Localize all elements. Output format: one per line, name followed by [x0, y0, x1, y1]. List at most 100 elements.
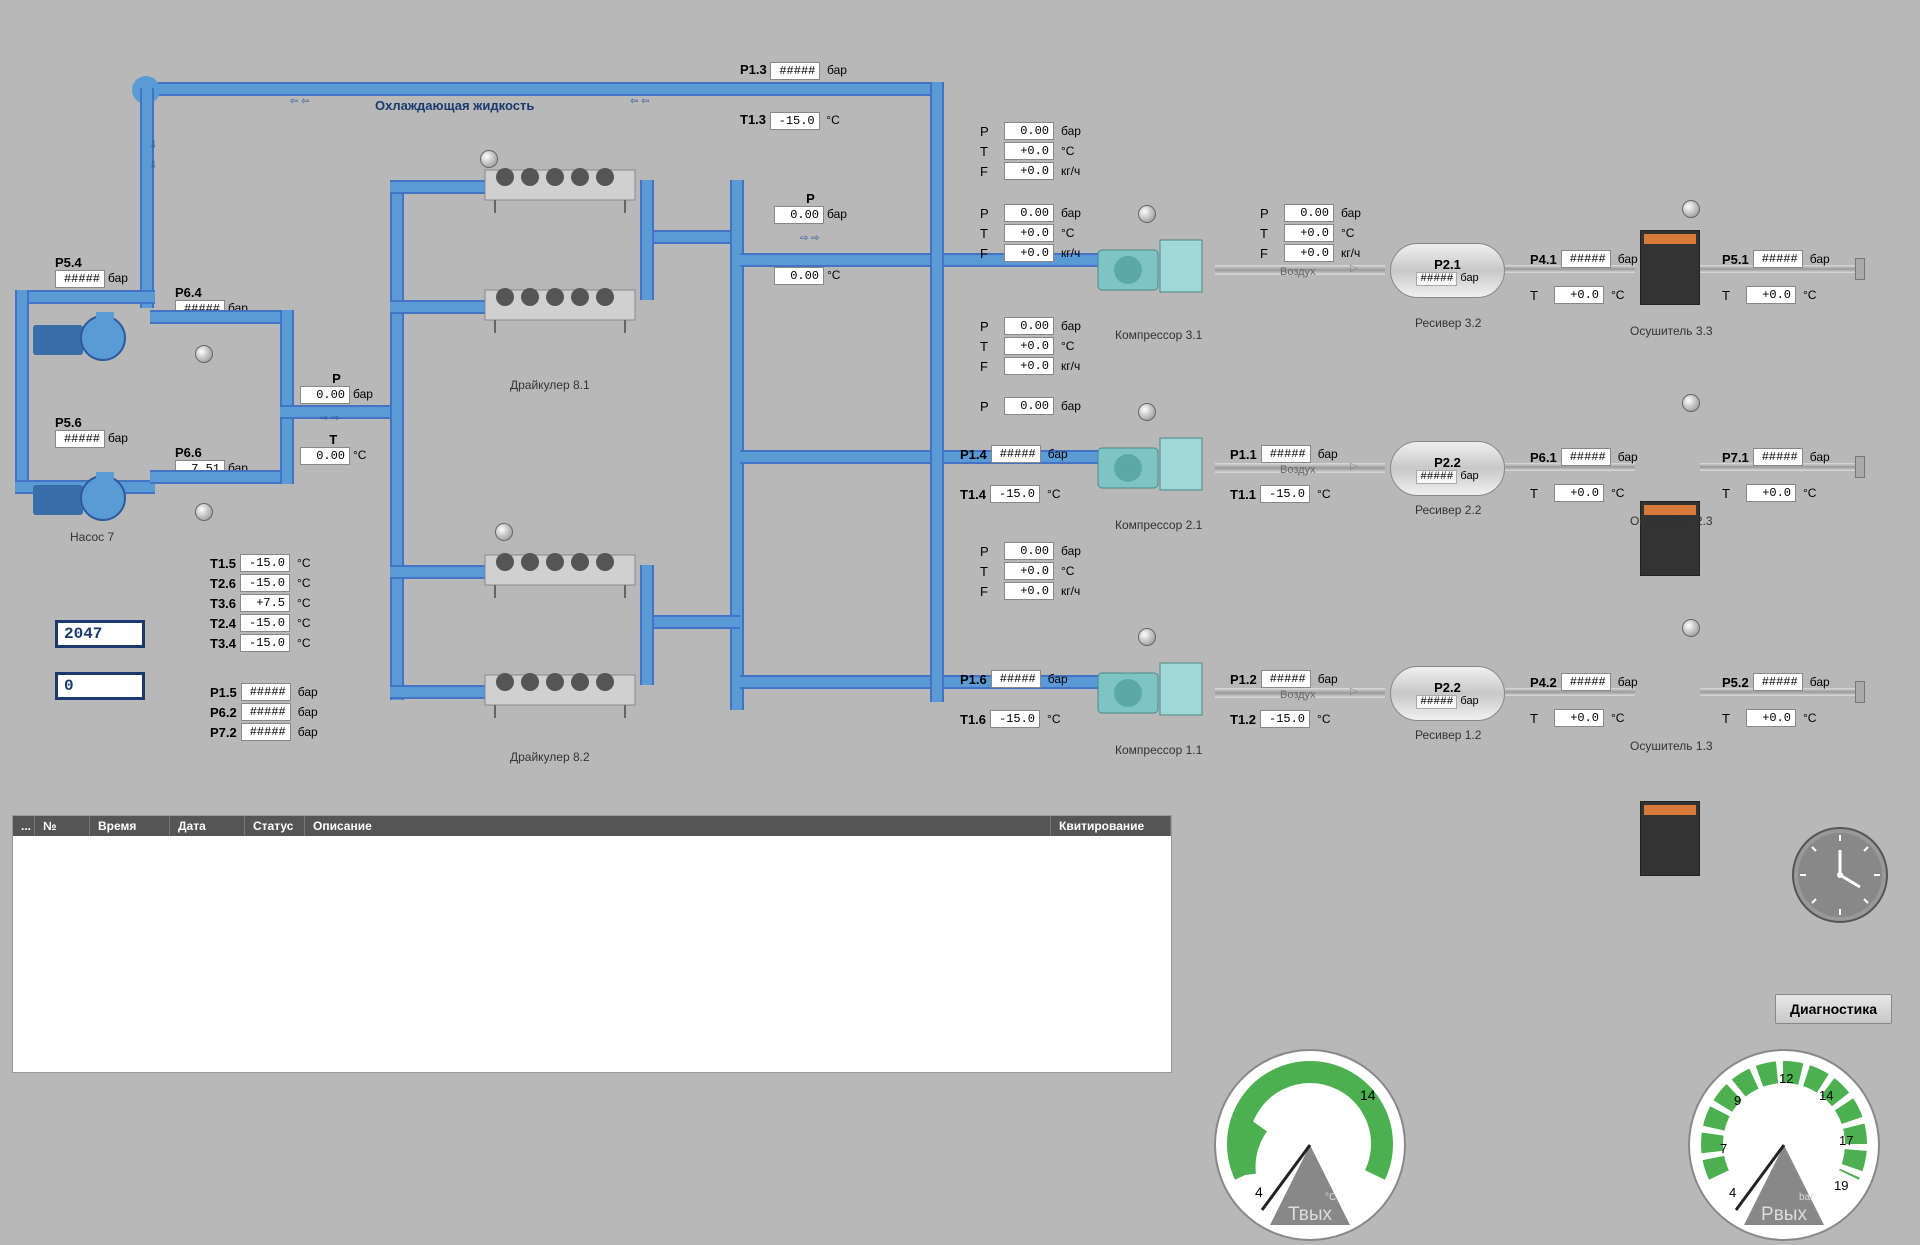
- arrow-icon: ⇩: [149, 160, 157, 171]
- alarm-header: ... № Время Дата Статус Описание Квитиро…: [13, 816, 1171, 836]
- coolant-label: Охлаждающая жидкость: [375, 98, 534, 113]
- receiver-12-label: Ресивер 1.2: [1415, 728, 1481, 742]
- dryer-23-label: Осушитель 2.3: [1630, 514, 1713, 528]
- alarm-table[interactable]: ... № Время Дата Статус Описание Квитиро…: [12, 815, 1172, 1073]
- coolant-pipe-top: [140, 82, 940, 96]
- pipe: [150, 470, 290, 484]
- status-lamp: [1138, 403, 1156, 421]
- comp31-extra: P0.00бар T+0.0°C F+0.0кг/ч: [980, 315, 1081, 377]
- status-lamp: [1138, 205, 1156, 223]
- branch-p-readout: P 0.00бар: [774, 191, 847, 224]
- comp21-ptf: P0.00бар: [980, 395, 1081, 417]
- dryer-23: [1640, 501, 1700, 576]
- air-label: Воздух: [1280, 689, 1316, 701]
- pump-icon: [28, 460, 138, 525]
- pump-icon: [28, 300, 138, 365]
- arrow-icon: ⇨ ⇨: [320, 413, 340, 424]
- pipe: [640, 180, 654, 300]
- status-lamp: [1138, 628, 1156, 646]
- receiver-32: P2.1 ##### бар: [1390, 243, 1505, 298]
- receiver-22: P2.2 ##### бар: [1390, 441, 1505, 496]
- pipe: [640, 615, 740, 629]
- svg-text:19: 19: [1834, 1178, 1848, 1193]
- arrow-icon: ⇦ ⇦: [290, 96, 310, 107]
- svg-text:17: 17: [1839, 1133, 1853, 1148]
- counter-input-2[interactable]: [55, 672, 145, 700]
- dryer-33-label: Осушитель 3.3: [1630, 324, 1713, 338]
- pipe-end: [1855, 681, 1865, 703]
- receiver-12: P2.2 ##### бар: [1390, 666, 1505, 721]
- compressor-icon: [1090, 230, 1210, 300]
- post-recv-3: P4.2#####бар T+0.0°C: [1530, 671, 1638, 729]
- arrow-icon: ⇨ ⇨: [800, 233, 820, 244]
- pipe: [150, 310, 290, 324]
- svg-text:14: 14: [1360, 1087, 1376, 1103]
- coolant-pipe-left-v: [140, 88, 154, 308]
- arrow-icon: ▷: [1350, 461, 1358, 472]
- svg-text:12: 12: [1779, 1071, 1793, 1086]
- diagnostics-button[interactable]: Диагностика: [1775, 994, 1892, 1024]
- dryer-13: [1640, 801, 1700, 876]
- comp31-out: P0.00бар T+0.0°C F+0.0кг/ч: [980, 202, 1081, 264]
- pipe: [15, 290, 29, 490]
- p54-readout: P5.4 #####бар: [55, 255, 128, 288]
- svg-text:bar: bar: [1799, 1192, 1814, 1203]
- svg-text:4: 4: [1255, 1184, 1263, 1200]
- comp11-in: P1.6#####бар T1.6-15.0°C: [960, 668, 1068, 730]
- pipe: [280, 310, 294, 484]
- compressor-icon: [1090, 653, 1210, 723]
- counter-input-1[interactable]: [55, 620, 145, 648]
- svg-text:7: 7: [1720, 1141, 1727, 1156]
- arrow-icon: ⇩: [149, 140, 157, 151]
- p56-readout: P5.6 #####бар: [55, 415, 128, 448]
- svg-text:14: 14: [1819, 1088, 1833, 1103]
- receiver-22-label: Ресивер 2.2: [1415, 503, 1481, 517]
- status-lamp: [480, 150, 498, 168]
- dryer-13-label: Осушитель 1.3: [1630, 739, 1713, 753]
- clock-icon: [1790, 825, 1890, 925]
- comp31-ptf-top: P0.00бар T+0.0°C F+0.0кг/ч: [980, 120, 1081, 182]
- pipe: [930, 82, 944, 702]
- status-lamp: [1682, 619, 1700, 637]
- drycooler-icon: [480, 155, 640, 215]
- status-lamp: [195, 345, 213, 363]
- svg-text:4: 4: [1729, 1185, 1736, 1200]
- drycooler-label: Драйкулер 8.1: [510, 378, 590, 392]
- press-list: P1.5#####бар P6.2#####бар P7.2#####бар: [210, 681, 318, 743]
- post-recv-1: P4.1#####бар T+0.0°C: [1530, 248, 1638, 306]
- pipe-end: [1855, 456, 1865, 478]
- dryer-33-out: P5.1#####бар T+0.0°C: [1722, 248, 1830, 306]
- status-lamp: [495, 523, 513, 541]
- drycooler-icon: [480, 660, 640, 720]
- pump-label: Насос 7: [70, 530, 114, 544]
- status-lamp: [195, 503, 213, 521]
- dryer-33: [1640, 230, 1700, 305]
- svg-text:°C: °C: [1325, 1192, 1336, 1203]
- pipe: [640, 565, 654, 685]
- svg-text:Pвых: Pвых: [1761, 1204, 1807, 1225]
- t13-readout: T1.3 -15.0 °C: [740, 112, 840, 130]
- pipe: [390, 180, 404, 700]
- status-lamp: [1682, 200, 1700, 218]
- drycooler-icon: [480, 275, 640, 335]
- dryer-23-out: P7.1#####бар T+0.0°C: [1722, 446, 1830, 504]
- svg-text:9: 9: [1734, 1093, 1741, 1108]
- gauge-tvyh: 4 14 °C Твых: [1210, 1045, 1410, 1245]
- comp11-ptf: P0.00бар T+0.0°C F+0.0кг/ч: [980, 540, 1081, 602]
- receiver-32-label: Ресивер 3.2: [1415, 316, 1481, 330]
- air-label: Воздух: [1280, 266, 1316, 278]
- drycooler-icon: [480, 540, 640, 600]
- arrow-icon: ▷: [1350, 686, 1358, 697]
- comp21-in: P1.4#####бар T1.4-15.0°C: [960, 443, 1068, 505]
- pipe: [640, 230, 740, 244]
- svg-text:Твых: Твых: [1288, 1204, 1333, 1225]
- prerecv: P0.00бар T+0.0°C F+0.0кг/ч: [1260, 202, 1361, 264]
- p13-readout: P1.3 ##### бар: [740, 62, 847, 80]
- arrow-icon: ▷: [1350, 263, 1358, 274]
- comp11-label: Компрессор 1.1: [1115, 743, 1202, 757]
- dryer-13-out: P5.2#####бар T+0.0°C: [1722, 671, 1830, 729]
- mid-t-readout: T 0.00°C: [300, 432, 366, 465]
- air-label: Воздух: [1280, 464, 1316, 476]
- pipe-end: [1855, 258, 1865, 280]
- mid-p-readout: P 0.00бар: [300, 371, 373, 404]
